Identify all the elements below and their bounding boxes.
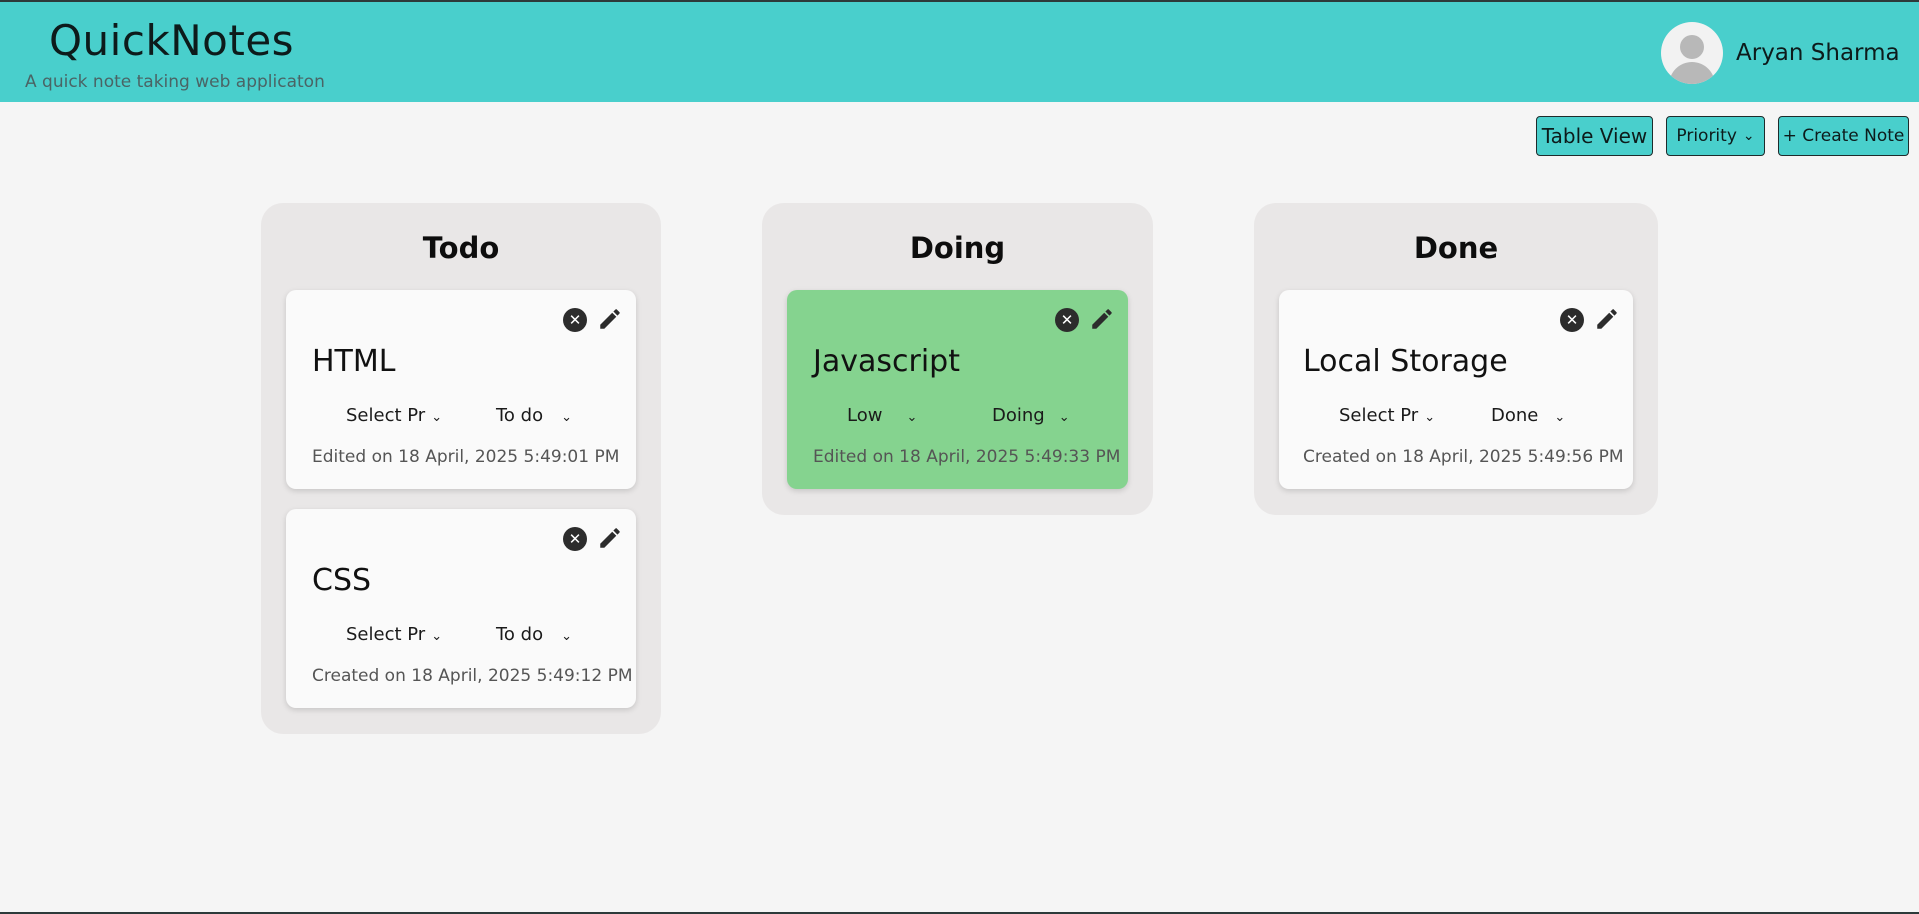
note-card: ✕ CSS Select Pr ⌄ To do ⌄ Created on 18 Ap…: [286, 509, 636, 708]
priority-value: Low: [847, 405, 883, 426]
app-header: QuickNotes A quick note taking web appli…: [0, 0, 1919, 102]
priority-dropdown[interactable]: Select Pr ⌄: [1339, 405, 1435, 426]
pencil-icon[interactable]: [597, 525, 623, 551]
status-dropdown[interactable]: Done ⌄: [1491, 405, 1565, 426]
avatar-head: [1680, 35, 1704, 59]
app-title: QuickNotes: [49, 16, 295, 65]
chevron-down-icon: ⌄: [906, 410, 918, 425]
pencil-icon[interactable]: [1089, 306, 1115, 332]
note-title: Javascript: [813, 344, 960, 379]
pencil-icon[interactable]: [597, 306, 623, 332]
note-title: CSS: [312, 563, 372, 598]
close-icon[interactable]: ✕: [563, 527, 587, 551]
table-view-label: Table View: [1541, 124, 1648, 148]
table-view-button[interactable]: Table View: [1536, 116, 1653, 156]
note-timestamp: Created on 18 April, 2025 5:49:56 PM: [1303, 447, 1624, 467]
status-value: To do: [496, 624, 544, 645]
priority-select[interactable]: Priority ⌄: [1666, 116, 1765, 156]
pencil-icon[interactable]: [1594, 306, 1620, 332]
create-note-button[interactable]: + Create Note: [1778, 116, 1909, 156]
status-value: To do: [496, 405, 544, 426]
avatar-body: [1669, 62, 1715, 84]
note-card: ✕ HTML Select Pr ⌄ To do ⌄ Edited on 18 Ap…: [286, 290, 636, 489]
priority-value: Select Pr: [1339, 405, 1419, 426]
note-card: ✕ Local Storage Select Pr ⌄ Done ⌄ Created…: [1279, 290, 1633, 489]
note-timestamp: Edited on 18 April, 2025 5:49:33 PM: [813, 447, 1121, 467]
chevron-down-icon: ⌄: [1424, 410, 1436, 425]
priority-value: Select Pr: [346, 405, 426, 426]
priority-dropdown[interactable]: Select Pr ⌄: [346, 624, 442, 645]
status-value: Done: [1491, 405, 1539, 426]
close-icon[interactable]: ✕: [1055, 308, 1079, 332]
priority-select-label: Priority: [1676, 126, 1737, 146]
note-title: Local Storage: [1303, 344, 1508, 379]
chevron-down-icon: ⌄: [1058, 410, 1070, 425]
column-doing: Doing ✕ Javascript Low ⌄ Doing ⌄ Edited on…: [762, 203, 1153, 515]
user-name: Aryan Sharma: [1736, 40, 1900, 66]
status-value: Doing: [992, 405, 1045, 426]
close-icon[interactable]: ✕: [563, 308, 587, 332]
note-title: HTML: [312, 344, 396, 379]
column-title: Done: [1413, 231, 1499, 265]
priority-dropdown[interactable]: Select Pr ⌄: [346, 405, 442, 426]
note-timestamp: Created on 18 April, 2025 5:49:12 PM: [312, 666, 633, 686]
column-title: Todo: [422, 231, 500, 265]
app-subtitle: A quick note taking web applicaton: [25, 72, 325, 92]
chevron-down-icon: ⌄: [431, 629, 443, 644]
column-done: Done ✕ Local Storage Select Pr ⌄ Done ⌄ Cr…: [1254, 203, 1658, 515]
chevron-down-icon: ⌄: [1742, 128, 1755, 144]
create-note-label: + Create Note: [1782, 126, 1905, 146]
status-dropdown[interactable]: To do ⌄: [496, 405, 572, 426]
chevron-down-icon: ⌄: [561, 410, 573, 425]
status-dropdown[interactable]: To do ⌄: [496, 624, 572, 645]
note-card: ✕ Javascript Low ⌄ Doing ⌄ Edited on 18 Ap…: [787, 290, 1128, 489]
chevron-down-icon: ⌄: [561, 629, 573, 644]
column-todo: Todo ✕ HTML Select Pr ⌄ To do ⌄ Edited on …: [261, 203, 661, 734]
column-title: Doing: [909, 231, 1006, 265]
priority-dropdown[interactable]: Low ⌄: [847, 405, 917, 426]
note-timestamp: Edited on 18 April, 2025 5:49:01 PM: [312, 447, 620, 467]
chevron-down-icon: ⌄: [431, 410, 443, 425]
user-avatar[interactable]: [1661, 22, 1723, 84]
status-dropdown[interactable]: Doing ⌄: [992, 405, 1070, 426]
close-icon[interactable]: ✕: [1560, 308, 1584, 332]
chevron-down-icon: ⌄: [1554, 410, 1566, 425]
priority-value: Select Pr: [346, 624, 426, 645]
